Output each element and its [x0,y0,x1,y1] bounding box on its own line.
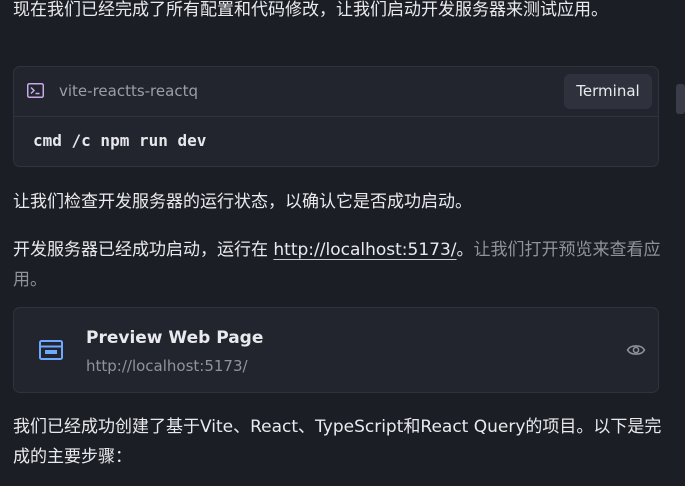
server-started-prefix: 开发服务器已经成功启动，运行在 [13,240,274,260]
server-url-link[interactable]: http://localhost:5173/ [273,240,456,260]
terminal-command: cmd /c npm run dev [33,131,207,150]
chat-panel: 现在我们已经完成了所有配置和代码修改，让我们启动开发服务器来测试应用。 vite… [0,0,685,486]
server-started-suffix: 。 [456,240,474,260]
server-started-message: 开发服务器已经成功启动，运行在 http://localhost:5173/。让… [13,235,663,295]
scrollbar-thumb[interactable] [676,84,685,114]
preview-url: http://localhost:5173/ [86,357,248,375]
check-status-message: 让我们检查开发服务器的运行状态，以确认它是否成功启动。 [13,192,472,212]
preview-title: Preview Web Page [86,328,264,348]
terminal-project-name: vite-reactts-reactq [59,82,198,100]
terminal-icon [27,83,44,98]
intro-message: 现在我们已经完成了所有配置和代码修改，让我们启动开发服务器来测试应用。 [13,0,608,20]
browser-window-icon [39,340,63,360]
eye-icon[interactable] [626,340,646,360]
terminal-button[interactable]: Terminal [564,74,652,109]
terminal-card: vite-reactts-reactq Terminal cmd /c npm … [13,66,659,167]
preview-card[interactable]: Preview Web Page http://localhost:5173/ [13,307,659,393]
summary-message: 我们已经成功创建了基于Vite、React、TypeScript和React Q… [13,417,662,467]
terminal-header: vite-reactts-reactq Terminal [14,67,658,117]
